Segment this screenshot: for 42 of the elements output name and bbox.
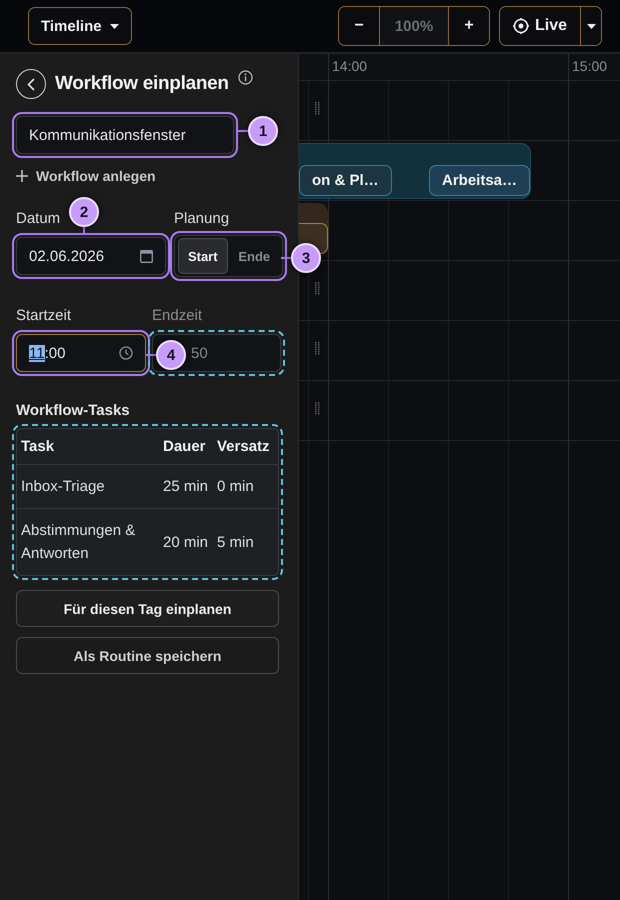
zoom-level: 100%: [379, 7, 449, 45]
drag-handle-icon[interactable]: [315, 402, 320, 415]
start-time-label: Startzeit: [16, 307, 72, 324]
table-cell-text: Abstimmungen & Antworten: [20, 521, 136, 564]
table-cell-text: 0 min: [216, 477, 255, 497]
planning-label: Planung: [174, 210, 230, 227]
hour-label: 14:00: [332, 58, 368, 74]
calendar-icon[interactable]: [140, 249, 153, 263]
column-header: Dauer: [162, 437, 207, 457]
drag-handle-icon[interactable]: [315, 342, 320, 355]
back-button[interactable]: [16, 69, 46, 99]
table-cell-text: 25 min: [162, 477, 210, 497]
column-header: Task: [20, 437, 56, 457]
end-time-label: Endzeit: [152, 307, 202, 324]
caret-icon: [586, 24, 596, 28]
column-header: Versatz: [216, 437, 271, 457]
date-label: Datum: [16, 210, 60, 227]
panel-title: Workflow einplanen: [55, 73, 229, 95]
live-dropdown-button[interactable]: [580, 7, 601, 45]
caret-icon: [110, 24, 119, 28]
table-cell-text: Inbox-Triage: [20, 477, 106, 497]
hour-label: 15:00: [572, 58, 608, 74]
event-chip[interactable]: on & Pl…: [299, 165, 392, 196]
zoom-out-button[interactable]: −: [339, 7, 379, 45]
target-icon: [512, 18, 529, 34]
drag-handle-icon[interactable]: [315, 102, 320, 115]
planning-option[interactable]: Ende: [230, 238, 279, 274]
schedule-button[interactable]: Für diesen Tag einplanen: [16, 590, 279, 627]
live-button[interactable]: Live: [500, 7, 580, 45]
planning-option[interactable]: Start: [178, 238, 228, 274]
save-routine-button[interactable]: Als Routine speichern: [16, 637, 279, 674]
tasks-heading: Workflow-Tasks: [16, 402, 131, 419]
table-cell-text: 20 min: [162, 532, 210, 552]
info-icon[interactable]: [238, 70, 253, 85]
zoom-in-button[interactable]: +: [449, 7, 489, 45]
event-chip[interactable]: Arbeitsa…: [429, 165, 530, 196]
add-workflow-link[interactable]: Workflow anlegen: [16, 168, 279, 184]
plus-icon: [16, 170, 28, 182]
drag-handle-icon[interactable]: [315, 282, 320, 295]
clock-icon[interactable]: [119, 346, 133, 360]
view-dropdown[interactable]: Timeline: [28, 7, 132, 45]
table-cell-text: 5 min: [216, 532, 255, 552]
